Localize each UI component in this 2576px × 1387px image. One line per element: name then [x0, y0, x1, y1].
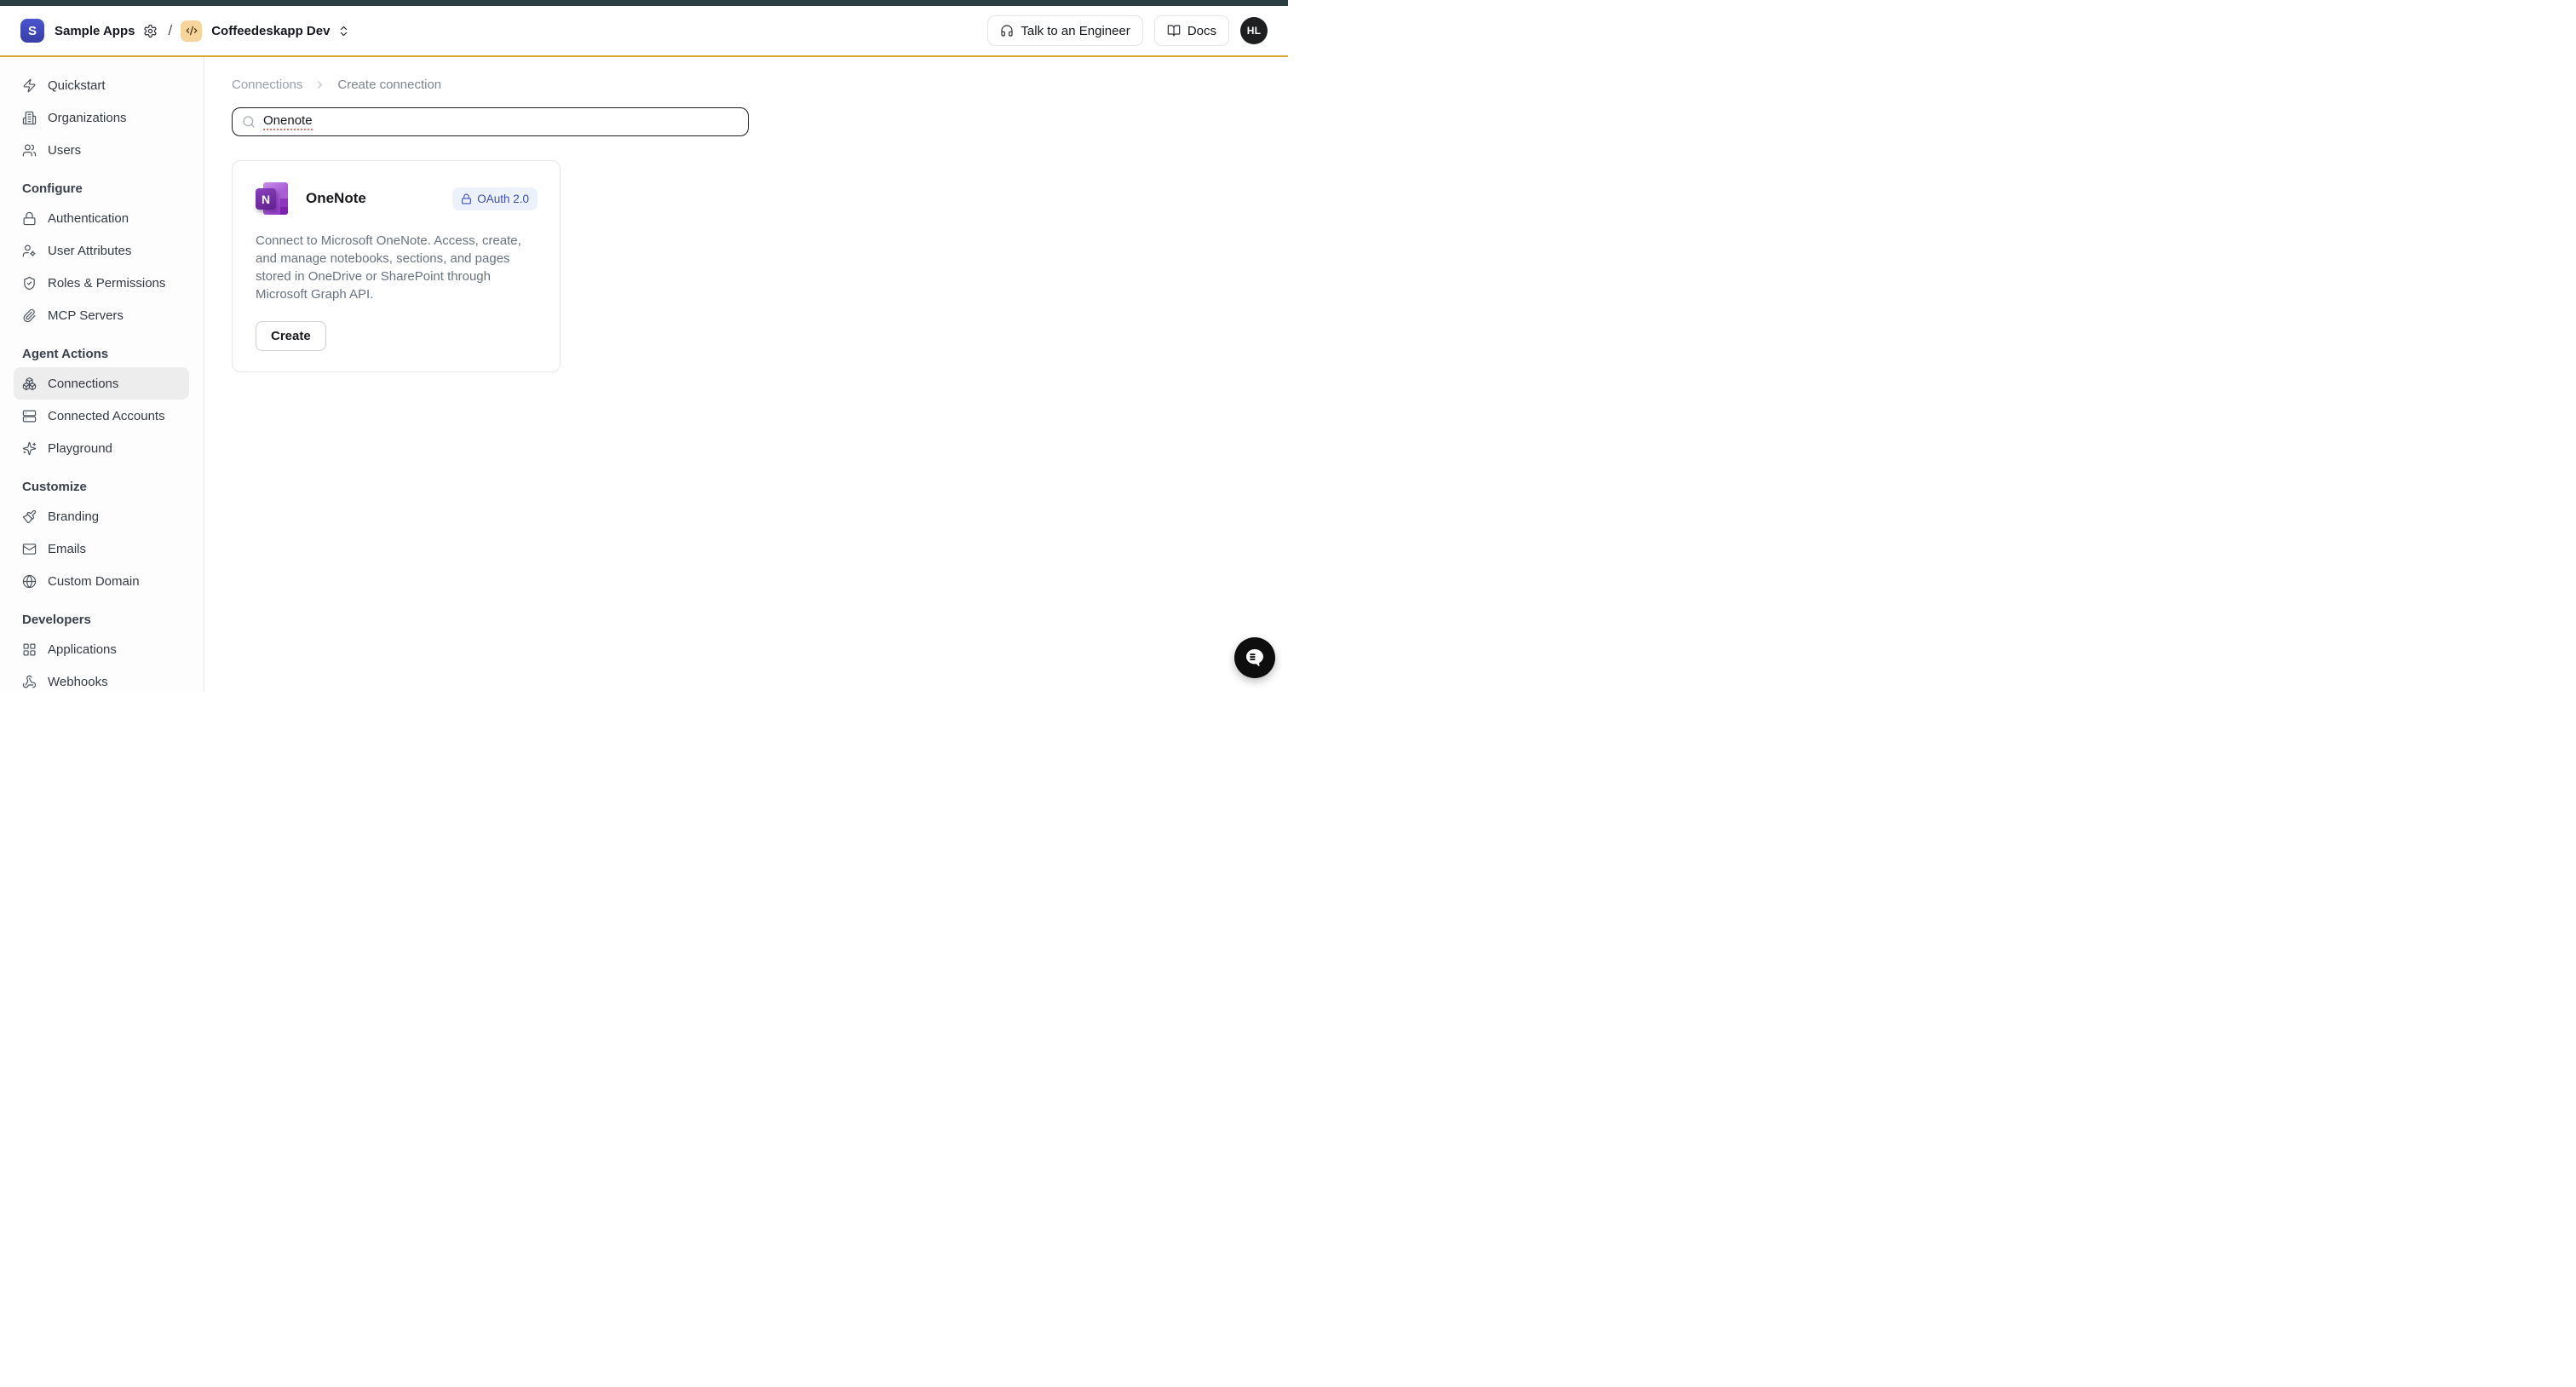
- workspace-name[interactable]: Sample Apps: [55, 24, 135, 38]
- sidebar-item-label: Authentication: [48, 211, 129, 226]
- onenote-logo-icon: N: [256, 182, 290, 215]
- user-gear-icon: [22, 244, 37, 258]
- card-description: Connect to Microsoft OneNote. Access, cr…: [256, 232, 542, 303]
- breadcrumb-slash: /: [168, 22, 172, 39]
- sidebar-item-label: Branding: [48, 509, 99, 524]
- sidebar-item-custom-domain[interactable]: Custom Domain: [14, 565, 189, 597]
- sidebar-item-label: Connected Accounts: [48, 409, 165, 423]
- chat-bubble-icon: [1243, 646, 1267, 670]
- workspace-settings-gear-icon[interactable]: [143, 24, 158, 38]
- project-name[interactable]: Coffeedeskapp Dev: [211, 24, 330, 38]
- workspace-logo[interactable]: S: [20, 19, 44, 43]
- sidebar-item-applications[interactable]: Applications: [14, 633, 189, 665]
- mail-icon: [22, 542, 37, 556]
- sidebar-item-emails[interactable]: Emails: [14, 532, 189, 565]
- zap-icon: [22, 78, 37, 93]
- sidebar-item-label: Connections: [48, 377, 118, 391]
- users-icon: [22, 143, 37, 158]
- card-header: N OneNote OAuth 2.0: [256, 182, 538, 215]
- card-title: OneNote: [306, 190, 366, 207]
- book-open-icon: [1167, 24, 1181, 37]
- headphones-icon: [1000, 24, 1014, 37]
- sidebar-section-configure: Configure: [0, 179, 204, 198]
- create-button[interactable]: Create: [256, 321, 326, 351]
- header-right: Talk to an Engineer Docs HL: [987, 15, 1268, 46]
- chat-widget-button[interactable]: [1234, 637, 1275, 678]
- sparkles-icon: [22, 441, 37, 456]
- breadcrumb-connections[interactable]: Connections: [232, 78, 302, 92]
- search-icon: [242, 115, 256, 129]
- sidebar-item-label: Custom Domain: [48, 574, 140, 589]
- sidebar-nav: Quickstart Organizations Users Configure Aut…: [0, 57, 204, 692]
- sidebar-item-branding[interactable]: Branding: [14, 500, 189, 532]
- building-icon: [22, 111, 37, 125]
- sidebar-item-user-attributes[interactable]: User Attributes: [14, 234, 189, 267]
- app-header: S Sample Apps / Coffeedeskapp Dev Talk t…: [0, 6, 1288, 57]
- sidebar-section-developers: Developers: [0, 610, 204, 629]
- sidebar-item-label: Roles & Permissions: [48, 276, 165, 291]
- lock-icon: [461, 193, 472, 204]
- shield-check-icon: [22, 276, 37, 291]
- sidebar-item-users[interactable]: Users: [14, 134, 189, 166]
- page-body: Quickstart Organizations Users Configure Aut…: [0, 57, 1288, 692]
- lock-icon: [22, 211, 37, 226]
- sidebar-item-authentication[interactable]: Authentication: [14, 202, 189, 234]
- sidebar-item-roles-permissions[interactable]: Roles & Permissions: [14, 267, 189, 299]
- connector-card-onenote: N OneNote OAuth 2.0 Connect to Microsoft…: [232, 160, 561, 372]
- sidebar-item-quickstart[interactable]: Quickstart: [14, 69, 189, 101]
- oauth-badge: OAuth 2.0: [452, 187, 538, 210]
- os-top-strip: [0, 0, 1288, 6]
- paperclip-icon: [22, 308, 37, 323]
- project-code-icon: [181, 20, 202, 42]
- project-switcher-chevrons-icon[interactable]: [337, 25, 350, 37]
- sidebar-item-playground[interactable]: Playground: [14, 432, 189, 464]
- sidebar-item-label: Quickstart: [48, 78, 106, 93]
- sidebar-item-label: Webhooks: [48, 675, 108, 689]
- docs-button[interactable]: Docs: [1154, 15, 1229, 46]
- sidebar-item-label: Organizations: [48, 111, 127, 125]
- search-value: Onenote: [263, 113, 313, 130]
- sidebar-item-label: MCP Servers: [48, 308, 124, 323]
- sidebar-item-label: Applications: [48, 642, 117, 657]
- sidebar-item-label: Playground: [48, 441, 112, 456]
- breadcrumb-create-connection: Create connection: [337, 78, 441, 92]
- search-input[interactable]: Onenote: [232, 107, 749, 136]
- breadcrumb: Connections Create connection: [232, 78, 1288, 92]
- server-icon: [22, 409, 37, 423]
- grid-icon: [22, 642, 37, 657]
- chevron-right-icon: [313, 78, 326, 91]
- boxes-icon: [22, 377, 37, 391]
- sidebar-item-webhooks[interactable]: Webhooks: [14, 665, 189, 692]
- sidebar-item-label: Emails: [48, 542, 86, 556]
- paintbrush-icon: [22, 509, 37, 524]
- sidebar-item-connections[interactable]: Connections: [14, 367, 189, 400]
- user-avatar[interactable]: HL: [1240, 17, 1268, 44]
- sidebar-item-label: Users: [48, 143, 81, 158]
- header-left: S Sample Apps / Coffeedeskapp Dev: [20, 19, 350, 43]
- sidebar-item-mcp-servers[interactable]: MCP Servers: [14, 299, 189, 331]
- sidebar-item-label: User Attributes: [48, 244, 131, 258]
- sidebar-section-agent-actions: Agent Actions: [0, 344, 204, 363]
- webhook-icon: [22, 675, 37, 689]
- sidebar-item-connected-accounts[interactable]: Connected Accounts: [14, 400, 189, 432]
- sidebar-section-customize: Customize: [0, 477, 204, 496]
- main-content: Connections Create connection Onenote N …: [204, 57, 1288, 692]
- globe-icon: [22, 574, 37, 589]
- talk-to-engineer-button[interactable]: Talk to an Engineer: [987, 15, 1142, 46]
- sidebar-item-organizations[interactable]: Organizations: [14, 101, 189, 134]
